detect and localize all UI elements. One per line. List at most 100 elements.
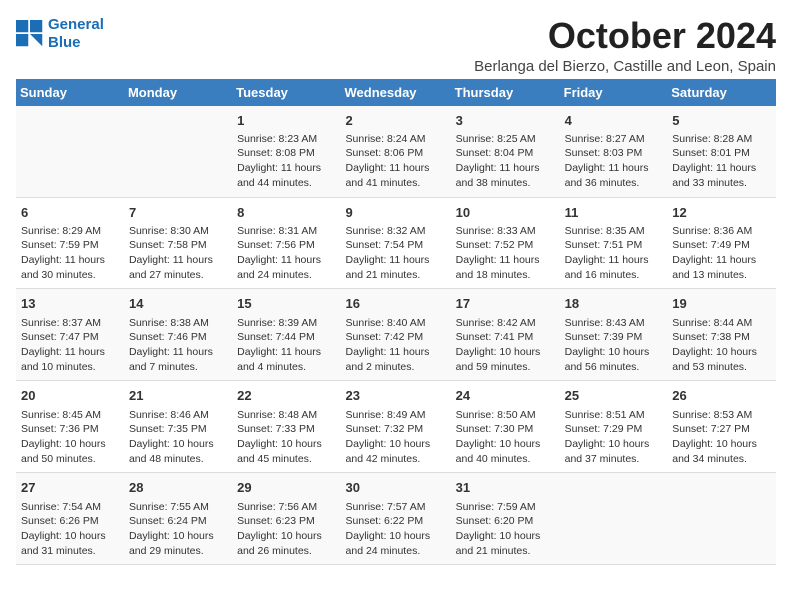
calendar-body: 1 Sunrise: 8:23 AM Sunset: 8:08 PM Daylig… bbox=[16, 106, 776, 565]
day-number: 26 bbox=[672, 387, 771, 405]
weekday-header: Saturday bbox=[667, 79, 776, 106]
day-info: Sunrise: 8:39 AM Sunset: 7:44 PM Dayligh… bbox=[237, 316, 335, 375]
day-info: Sunrise: 8:44 AM Sunset: 7:38 PM Dayligh… bbox=[672, 316, 771, 375]
calendar-cell: 30Sunrise: 7:57 AM Sunset: 6:22 PM Dayli… bbox=[341, 473, 451, 565]
calendar-cell: 25Sunrise: 8:51 AM Sunset: 7:29 PM Dayli… bbox=[560, 381, 668, 473]
day-info: Sunrise: 8:53 AM Sunset: 7:27 PM Dayligh… bbox=[672, 408, 771, 467]
day-info: Sunrise: 8:49 AM Sunset: 7:32 PM Dayligh… bbox=[346, 408, 446, 467]
day-info: Sunrise: 8:50 AM Sunset: 7:30 PM Dayligh… bbox=[456, 408, 555, 467]
day-number: 1 bbox=[237, 112, 335, 130]
day-number: 13 bbox=[21, 295, 119, 313]
day-info: Sunrise: 8:45 AM Sunset: 7:36 PM Dayligh… bbox=[21, 408, 119, 467]
header-row: SundayMondayTuesdayWednesdayThursdayFrid… bbox=[16, 79, 776, 106]
day-number: 11 bbox=[565, 204, 663, 222]
day-info: Sunrise: 8:33 AM Sunset: 7:52 PM Dayligh… bbox=[456, 224, 555, 283]
day-info: Sunrise: 8:43 AM Sunset: 7:39 PM Dayligh… bbox=[565, 316, 663, 375]
calendar-table: SundayMondayTuesdayWednesdayThursdayFrid… bbox=[16, 79, 776, 566]
calendar-cell: 1 Sunrise: 8:23 AM Sunset: 8:08 PM Daylig… bbox=[232, 106, 340, 197]
weekday-header: Monday bbox=[124, 79, 232, 106]
calendar-cell: 15 Sunrise: 8:39 AM Sunset: 7:44 PM Dayli… bbox=[232, 289, 340, 381]
day-info: Sunrise: 7:55 AM Sunset: 6:24 PM Dayligh… bbox=[129, 500, 227, 559]
day-info: Sunrise: 7:59 AM Sunset: 6:20 PM Dayligh… bbox=[456, 500, 555, 559]
calendar-cell: 13Sunrise: 8:37 AM Sunset: 7:47 PM Dayli… bbox=[16, 289, 124, 381]
day-info: Sunrise: 8:27 AM Sunset: 8:03 PM Dayligh… bbox=[565, 132, 663, 191]
calendar-cell bbox=[16, 106, 124, 197]
weekday-header: Tuesday bbox=[232, 79, 340, 106]
day-number: 10 bbox=[456, 204, 555, 222]
logo-line2: Blue bbox=[48, 34, 81, 51]
day-number: 12 bbox=[672, 204, 771, 222]
month-title: October 2024 bbox=[474, 16, 776, 56]
calendar-week-row: 27Sunrise: 7:54 AM Sunset: 6:26 PM Dayli… bbox=[16, 473, 776, 565]
calendar-cell: 14 Sunrise: 8:38 AM Sunset: 7:46 PM Dayli… bbox=[124, 289, 232, 381]
day-number: 29 bbox=[237, 479, 335, 497]
day-number: 7 bbox=[129, 204, 227, 222]
calendar-cell: 6 Sunrise: 8:29 AM Sunset: 7:59 PM Daylig… bbox=[16, 197, 124, 289]
day-number: 23 bbox=[346, 387, 446, 405]
title-block: October 2024 Berlanga del Bierzo, Castil… bbox=[474, 16, 776, 75]
location: Berlanga del Bierzo, Castille and Leon, … bbox=[474, 58, 776, 75]
day-info: Sunrise: 8:38 AM Sunset: 7:46 PM Dayligh… bbox=[129, 316, 227, 375]
weekday-header: Friday bbox=[560, 79, 668, 106]
day-number: 5 bbox=[672, 112, 771, 130]
calendar-cell: 16Sunrise: 8:40 AM Sunset: 7:42 PM Dayli… bbox=[341, 289, 451, 381]
calendar-cell: 20 Sunrise: 8:45 AM Sunset: 7:36 PM Dayli… bbox=[16, 381, 124, 473]
weekday-header: Thursday bbox=[451, 79, 560, 106]
day-info: Sunrise: 8:48 AM Sunset: 7:33 PM Dayligh… bbox=[237, 408, 335, 467]
page-header: General Blue October 2024 Berlanga del B… bbox=[16, 16, 776, 75]
calendar-cell: 26 Sunrise: 8:53 AM Sunset: 7:27 PM Dayli… bbox=[667, 381, 776, 473]
day-number: 6 bbox=[21, 204, 119, 222]
calendar-cell: 2Sunrise: 8:24 AM Sunset: 8:06 PM Daylig… bbox=[341, 106, 451, 197]
calendar-cell: 5 Sunrise: 8:28 AM Sunset: 8:01 PM Daylig… bbox=[667, 106, 776, 197]
calendar-cell: 7Sunrise: 8:30 AM Sunset: 7:58 PM Daylig… bbox=[124, 197, 232, 289]
day-number: 18 bbox=[565, 295, 663, 313]
calendar-week-row: 6 Sunrise: 8:29 AM Sunset: 7:59 PM Daylig… bbox=[16, 197, 776, 289]
calendar-cell: 23 Sunrise: 8:49 AM Sunset: 7:32 PM Dayli… bbox=[341, 381, 451, 473]
day-number: 21 bbox=[129, 387, 227, 405]
day-info: Sunrise: 8:23 AM Sunset: 8:08 PM Dayligh… bbox=[237, 132, 335, 191]
day-number: 3 bbox=[456, 112, 555, 130]
day-info: Sunrise: 8:42 AM Sunset: 7:41 PM Dayligh… bbox=[456, 316, 555, 375]
weekday-header: Sunday bbox=[16, 79, 124, 106]
day-info: Sunrise: 8:36 AM Sunset: 7:49 PM Dayligh… bbox=[672, 224, 771, 283]
day-number: 27 bbox=[21, 479, 119, 497]
day-info: Sunrise: 8:31 AM Sunset: 7:56 PM Dayligh… bbox=[237, 224, 335, 283]
day-info: Sunrise: 7:57 AM Sunset: 6:22 PM Dayligh… bbox=[346, 500, 446, 559]
calendar-cell: 19 Sunrise: 8:44 AM Sunset: 7:38 PM Dayli… bbox=[667, 289, 776, 381]
day-number: 22 bbox=[237, 387, 335, 405]
calendar-cell: 28 Sunrise: 7:55 AM Sunset: 6:24 PM Dayli… bbox=[124, 473, 232, 565]
day-number: 24 bbox=[456, 387, 555, 405]
day-number: 28 bbox=[129, 479, 227, 497]
calendar-cell bbox=[560, 473, 668, 565]
calendar-cell: 21Sunrise: 8:46 AM Sunset: 7:35 PM Dayli… bbox=[124, 381, 232, 473]
calendar-cell: 8 Sunrise: 8:31 AM Sunset: 7:56 PM Daylig… bbox=[232, 197, 340, 289]
calendar-cell: 18 Sunrise: 8:43 AM Sunset: 7:39 PM Dayli… bbox=[560, 289, 668, 381]
day-info: Sunrise: 8:32 AM Sunset: 7:54 PM Dayligh… bbox=[346, 224, 446, 283]
day-info: Sunrise: 8:28 AM Sunset: 8:01 PM Dayligh… bbox=[672, 132, 771, 191]
day-info: Sunrise: 8:29 AM Sunset: 7:59 PM Dayligh… bbox=[21, 224, 119, 283]
day-number: 2 bbox=[346, 112, 446, 130]
day-number: 9 bbox=[346, 204, 446, 222]
day-number: 8 bbox=[237, 204, 335, 222]
calendar-cell: 10 Sunrise: 8:33 AM Sunset: 7:52 PM Dayli… bbox=[451, 197, 560, 289]
logo-text: General Blue bbox=[48, 16, 104, 52]
weekday-header: Wednesday bbox=[341, 79, 451, 106]
day-number: 15 bbox=[237, 295, 335, 313]
calendar-cell: 22 Sunrise: 8:48 AM Sunset: 7:33 PM Dayli… bbox=[232, 381, 340, 473]
calendar-cell: 24 Sunrise: 8:50 AM Sunset: 7:30 PM Dayli… bbox=[451, 381, 560, 473]
calendar-cell: 31 Sunrise: 7:59 AM Sunset: 6:20 PM Dayli… bbox=[451, 473, 560, 565]
day-number: 14 bbox=[129, 295, 227, 313]
day-number: 20 bbox=[21, 387, 119, 405]
calendar-cell bbox=[667, 473, 776, 565]
calendar-cell: 27Sunrise: 7:54 AM Sunset: 6:26 PM Dayli… bbox=[16, 473, 124, 565]
day-info: Sunrise: 8:25 AM Sunset: 8:04 PM Dayligh… bbox=[456, 132, 555, 191]
day-number: 31 bbox=[456, 479, 555, 497]
calendar-week-row: 20 Sunrise: 8:45 AM Sunset: 7:36 PM Dayli… bbox=[16, 381, 776, 473]
logo: General Blue bbox=[16, 16, 104, 52]
day-info: Sunrise: 8:51 AM Sunset: 7:29 PM Dayligh… bbox=[565, 408, 663, 467]
logo-icon bbox=[16, 20, 44, 48]
day-info: Sunrise: 8:40 AM Sunset: 7:42 PM Dayligh… bbox=[346, 316, 446, 375]
calendar-cell: 17 Sunrise: 8:42 AM Sunset: 7:41 PM Dayli… bbox=[451, 289, 560, 381]
day-number: 19 bbox=[672, 295, 771, 313]
day-number: 17 bbox=[456, 295, 555, 313]
